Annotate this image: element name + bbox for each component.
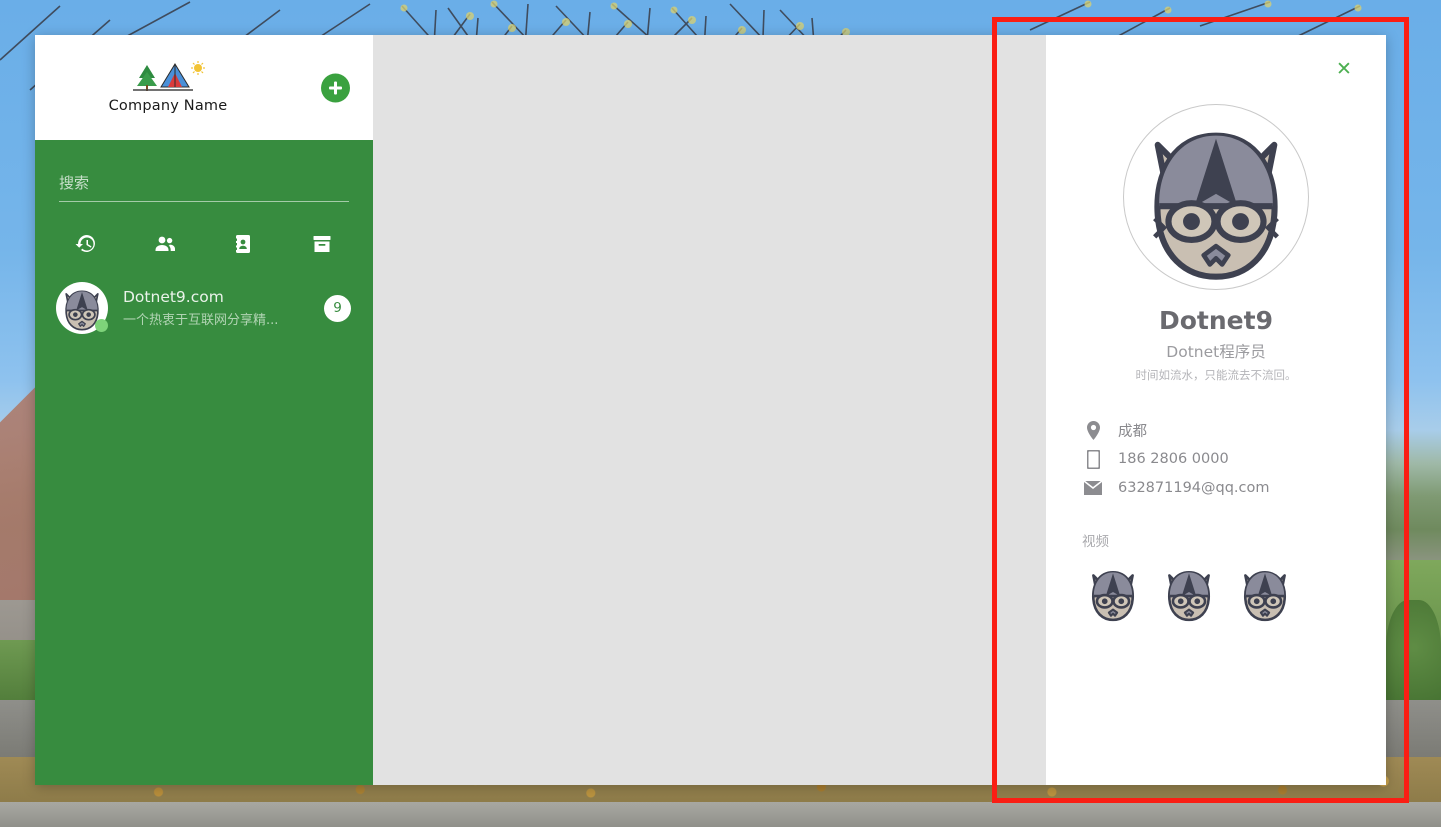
- archive-box-icon: [313, 236, 331, 252]
- sidebar: Company Name 搜索 Dotnet9.com 一个热衷于互联网分享精.…: [35, 35, 373, 785]
- add-button[interactable]: [321, 73, 350, 102]
- brand-name: Company Name: [108, 98, 228, 114]
- video-section-title: 视频: [1082, 534, 1109, 550]
- envelope-mail-icon: [1082, 481, 1104, 495]
- sidebar-item-archive[interactable]: [283, 224, 362, 264]
- video-thumbnail-list: [1082, 562, 1350, 624]
- campsite-logo-graphic: [133, 61, 205, 91]
- profile-role: Dotnet程序员: [1166, 343, 1266, 361]
- video-section: 视频: [1046, 530, 1386, 624]
- avatar: [56, 282, 108, 334]
- sidebar-item-contacts[interactable]: [126, 224, 205, 264]
- status-badge-online: [95, 319, 108, 332]
- history-restore-icon: [75, 235, 96, 252]
- sidebar-item-directory[interactable]: [204, 224, 283, 264]
- contact-list: Dotnet9.com 一个热衷于互联网分享精... 9: [35, 274, 373, 342]
- contact-text: Dotnet9.com 一个热衷于互联网分享精...: [123, 288, 316, 327]
- close-icon[interactable]: ✕: [1332, 57, 1356, 81]
- brand-bar: Company Name: [35, 35, 373, 140]
- wolf-thumbnail-icon[interactable]: [1158, 562, 1220, 624]
- search-container: [35, 140, 373, 202]
- search-input[interactable]: [59, 174, 349, 202]
- contact-name: Dotnet9.com: [123, 288, 224, 307]
- sidebar-tab-row: [35, 224, 373, 264]
- people-group-icon: [155, 236, 175, 251]
- profile-motto: 时间如流水，只能流去不流回。: [1135, 368, 1297, 382]
- background-curb: [0, 802, 1441, 827]
- detail-value-phone: 186 2806 0000: [1118, 451, 1229, 467]
- detail-value-location: 成都: [1118, 423, 1147, 440]
- list-item[interactable]: Dotnet9.com 一个热衷于互联网分享精... 9: [35, 274, 373, 342]
- detail-row-location: 成都: [1082, 416, 1350, 444]
- wolf-avatar-icon: [1153, 132, 1279, 280]
- contact-card-icon: [235, 235, 251, 253]
- location-pin-icon: [1082, 420, 1104, 440]
- wolf-thumbnail-icon[interactable]: [1234, 562, 1296, 624]
- detail-row-phone: 186 2806 0000: [1082, 445, 1350, 473]
- campsite-logo-icon: Company Name: [109, 61, 228, 114]
- sidebar-item-recent[interactable]: [47, 224, 126, 264]
- page-title: Dotnet9: [1159, 306, 1273, 335]
- profile-detail-list: 成都 186 2806 0000 632871194@qq.com: [1046, 416, 1386, 502]
- wolf-thumbnail-icon[interactable]: [1082, 562, 1144, 624]
- profile-avatar: [1123, 104, 1309, 290]
- detail-row-email: 632871194@qq.com: [1082, 474, 1350, 502]
- contact-snippet: 一个热衷于互联网分享精...: [123, 312, 279, 328]
- detail-value-email: 632871194@qq.com: [1118, 480, 1270, 496]
- profile-panel: ✕ Dotnet9 Dotnet程序员 时间如流水，只能流去不流回。 成都 18…: [1046, 35, 1386, 785]
- unread-count-badge: 9: [324, 294, 351, 322]
- chat-application-window: Company Name 搜索 Dotnet9.com 一个热衷于互联网分享精.…: [35, 35, 1386, 785]
- mobile-phone-icon: [1082, 449, 1104, 469]
